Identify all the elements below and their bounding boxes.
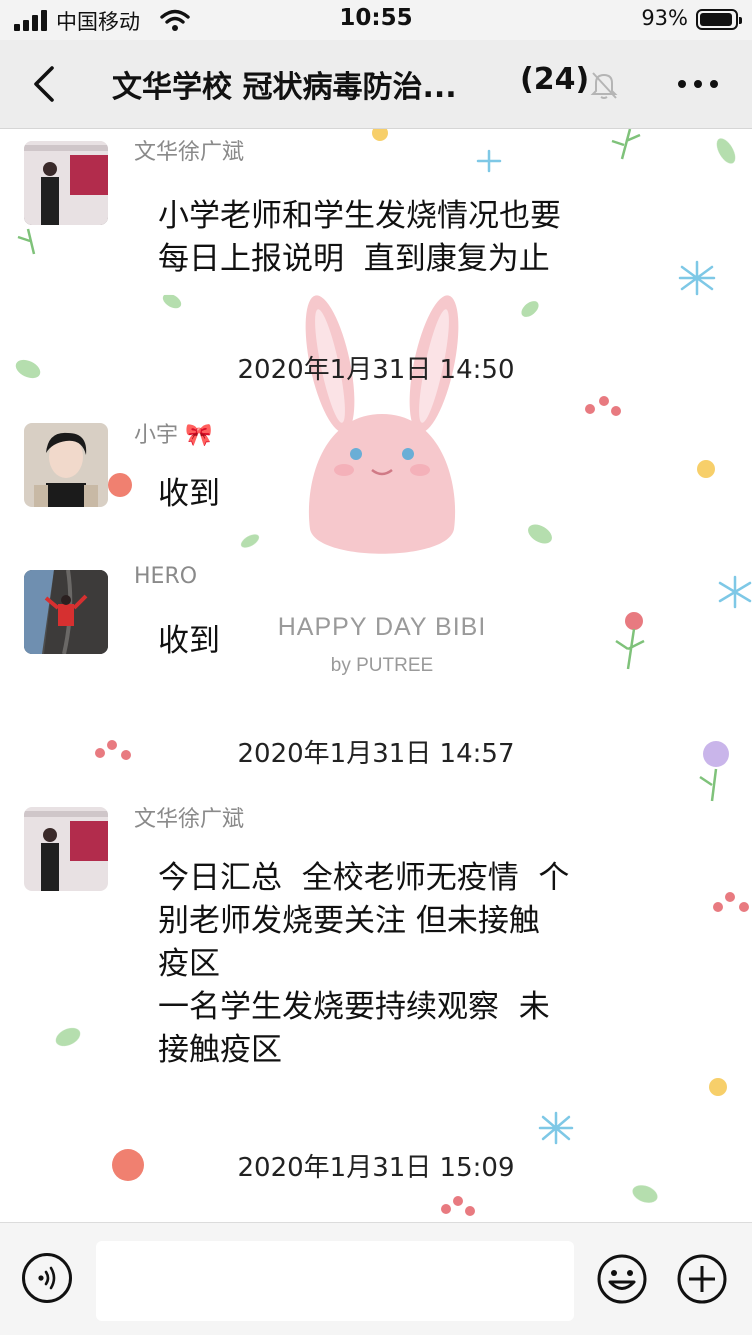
message-bubble[interactable]: 收到 (136, 606, 242, 677)
sender-name: 小宇 🎀 (134, 423, 213, 448)
mute-bell-icon (590, 72, 618, 99)
sender-name: 文华徐广斌 (134, 140, 245, 165)
watermark-title: HAPPY DAY BIBI (277, 613, 487, 641)
chat-header: 文华学校 冠状病毒防治... (24) (0, 40, 752, 129)
watermark-subtitle: by PUTREE (330, 655, 434, 676)
back-arrow-icon[interactable] (24, 62, 64, 106)
battery-icon (696, 9, 742, 30)
chat-title[interactable]: 文华学校 冠状病毒防治... (112, 62, 457, 106)
avatar[interactable] (24, 423, 108, 507)
avatar[interactable] (24, 570, 108, 654)
sender-name: 文华徐广斌 (134, 807, 245, 832)
status-time: 10:55 (339, 5, 413, 31)
message-input[interactable] (96, 1241, 574, 1321)
member-count: (24) (520, 62, 590, 97)
status-bar: 中国移动 10:55 93% (0, 0, 752, 40)
message-bubble[interactable]: 小学老师和学生发烧情况也要 每日上报说明 直到康复为止 (136, 181, 583, 295)
timestamp: 2020年1月31日 14:57 (237, 739, 515, 769)
timestamp: 2020年1月31日 14:50 (237, 355, 515, 385)
bunny-wallpaper-image (305, 295, 459, 554)
chat-area[interactable]: HAPPY DAY BIBI by PUTREE 文华徐广斌 小学老师和学生发烧… (0, 129, 752, 1222)
more-dots-icon[interactable] (678, 78, 718, 92)
plus-icon[interactable] (676, 1253, 728, 1305)
voice-icon[interactable] (22, 1253, 72, 1303)
emoji-icon[interactable] (596, 1253, 648, 1305)
battery-percent: 93% (641, 6, 688, 30)
sender-name: HERO (134, 564, 198, 589)
input-bar (0, 1222, 752, 1335)
timestamp: 2020年1月31日 15:09 (237, 1153, 515, 1183)
message-bubble[interactable]: 今日汇总 全校老师无疫情 个 别老师发烧要关注 但未接触 疫区 一名学生发烧要持… (136, 843, 592, 1086)
message-bubble[interactable]: 收到 (136, 459, 242, 530)
avatar[interactable] (24, 141, 108, 225)
avatar[interactable] (24, 807, 108, 891)
